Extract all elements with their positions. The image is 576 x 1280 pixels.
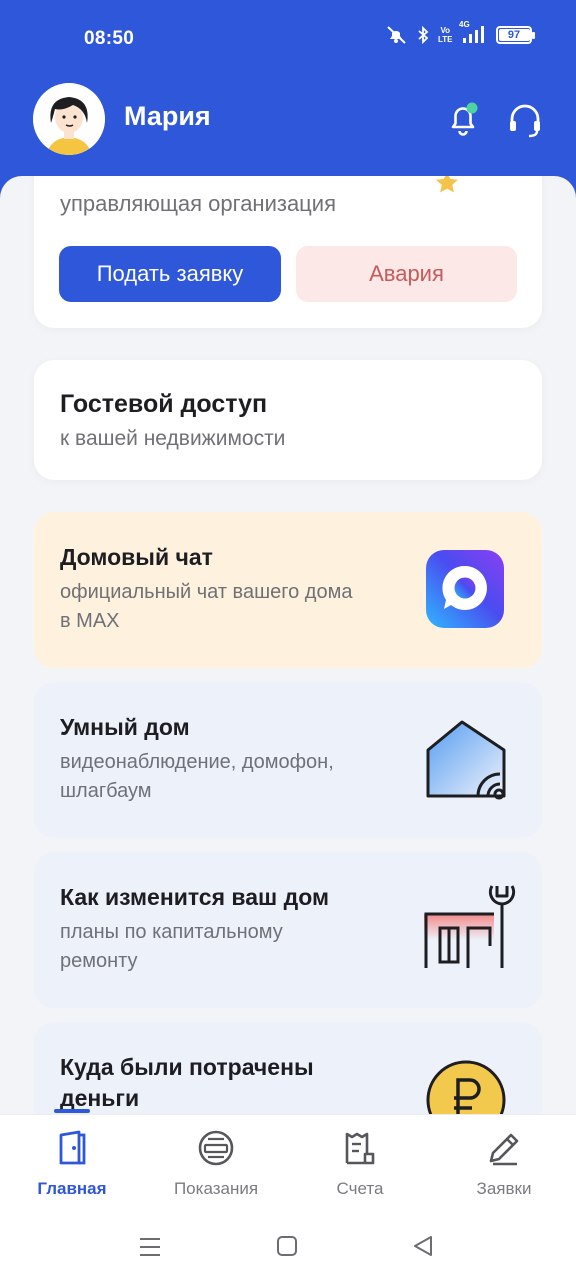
nav-home[interactable]: Главная — [7, 1129, 137, 1199]
nav-requests[interactable]: Заявки — [439, 1129, 569, 1199]
notification-badge — [466, 102, 478, 114]
money-spent-title-1: Куда были потрачены — [60, 1054, 314, 1080]
top-bar: Мария — [0, 80, 576, 158]
avatar[interactable] — [33, 83, 105, 155]
house-chat-card[interactable]: Домовый чат официальный чат вашего дома … — [34, 512, 542, 668]
status-icons: Vo LTE 4G 97 — [386, 20, 535, 44]
smart-house-icon — [420, 714, 510, 809]
smart-home-subtitle-1: видеонаблюдение, домофон, — [60, 751, 334, 773]
nav-bills[interactable]: Счета — [295, 1129, 425, 1199]
capital-repair-subtitle-2: ремонту — [60, 950, 138, 972]
door-icon — [59, 1130, 86, 1165]
ruble-coin-icon — [424, 1058, 508, 1114]
notifications-button[interactable] — [444, 100, 482, 138]
system-navigation-bar — [0, 1218, 576, 1280]
active-tab-indicator — [54, 1109, 90, 1113]
back-triangle-icon[interactable] — [412, 1234, 434, 1263]
battery-level: 97 — [507, 29, 521, 41]
smart-home-card[interactable]: Умный дом видеонаблюдение, домофон, шлаг… — [34, 682, 542, 838]
submit-request-button[interactable]: Подать заявку — [59, 246, 281, 302]
nav-readings[interactable]: Показания — [151, 1129, 281, 1199]
capital-repair-card[interactable]: Как изменится ваш дом планы по капитальн… — [34, 852, 542, 1008]
volte-icon: Vo LTE — [438, 26, 453, 44]
battery-indicator: 97 — [496, 26, 535, 44]
house-chat-subtitle-1: официальный чат вашего дома — [60, 581, 353, 603]
smart-home-title: Умный дом — [60, 714, 190, 740]
bell-icon — [451, 102, 478, 136]
company-card: управляющая организация Подать заявку Ав… — [34, 176, 542, 328]
content-scroll[interactable]: управляющая организация Подать заявку Ав… — [0, 176, 576, 1114]
user-avatar-icon — [33, 83, 105, 155]
rating-star-icon — [434, 176, 460, 201]
money-spent-card[interactable]: Куда были потрачены деньги — [34, 1022, 542, 1114]
network-type: 4G — [459, 20, 470, 29]
guest-access-subtitle: к вашей недвижимости — [60, 427, 286, 450]
receipt-icon — [345, 1132, 375, 1165]
emergency-label: Авария — [369, 261, 444, 286]
smart-home-subtitle-2: шлагбаум — [60, 780, 152, 802]
capital-repair-title: Как изменится ваш дом — [60, 884, 329, 910]
capital-repair-subtitle-1: планы по капитальному — [60, 921, 283, 943]
guest-access-card[interactable]: Гостевой доступ к вашей недвижимости — [34, 360, 542, 480]
building-wrench-icon — [420, 876, 520, 981]
bluetooth-icon — [417, 26, 429, 44]
money-spent-title-2: деньги — [60, 1085, 140, 1111]
pencil-icon — [489, 1133, 519, 1166]
nav-home-label: Главная — [37, 1179, 107, 1198]
house-chat-title: Домовый чат — [60, 544, 213, 570]
home-square-icon[interactable] — [276, 1235, 298, 1262]
user-name[interactable]: Мария — [124, 101, 211, 132]
company-subtitle: управляющая организация — [60, 191, 336, 216]
headset-icon — [510, 104, 540, 138]
guest-access-title: Гостевой доступ — [60, 390, 268, 418]
status-bar: 08:50 Vo LTE 4G 97 — [0, 0, 576, 78]
nav-requests-label: Заявки — [476, 1179, 532, 1198]
meter-icon — [198, 1130, 234, 1166]
submit-request-label: Подать заявку — [96, 261, 244, 286]
signal-icon: 4G — [459, 20, 487, 44]
app-header: 08:50 Vo LTE 4G 97 Мария — [0, 0, 576, 200]
mute-icon — [386, 26, 408, 44]
bottom-navigation: Главная Показания Счета Заявки — [0, 1109, 576, 1218]
nav-readings-label: Показания — [173, 1179, 259, 1198]
emergency-button[interactable]: Авария — [296, 246, 517, 302]
support-button[interactable] — [505, 100, 545, 140]
menu-icon[interactable] — [138, 1236, 162, 1263]
max-messenger-icon — [426, 550, 504, 633]
status-time: 08:50 — [84, 28, 135, 49]
nav-bills-label: Счета — [336, 1179, 384, 1198]
house-chat-subtitle-2: в MAX — [60, 610, 120, 632]
